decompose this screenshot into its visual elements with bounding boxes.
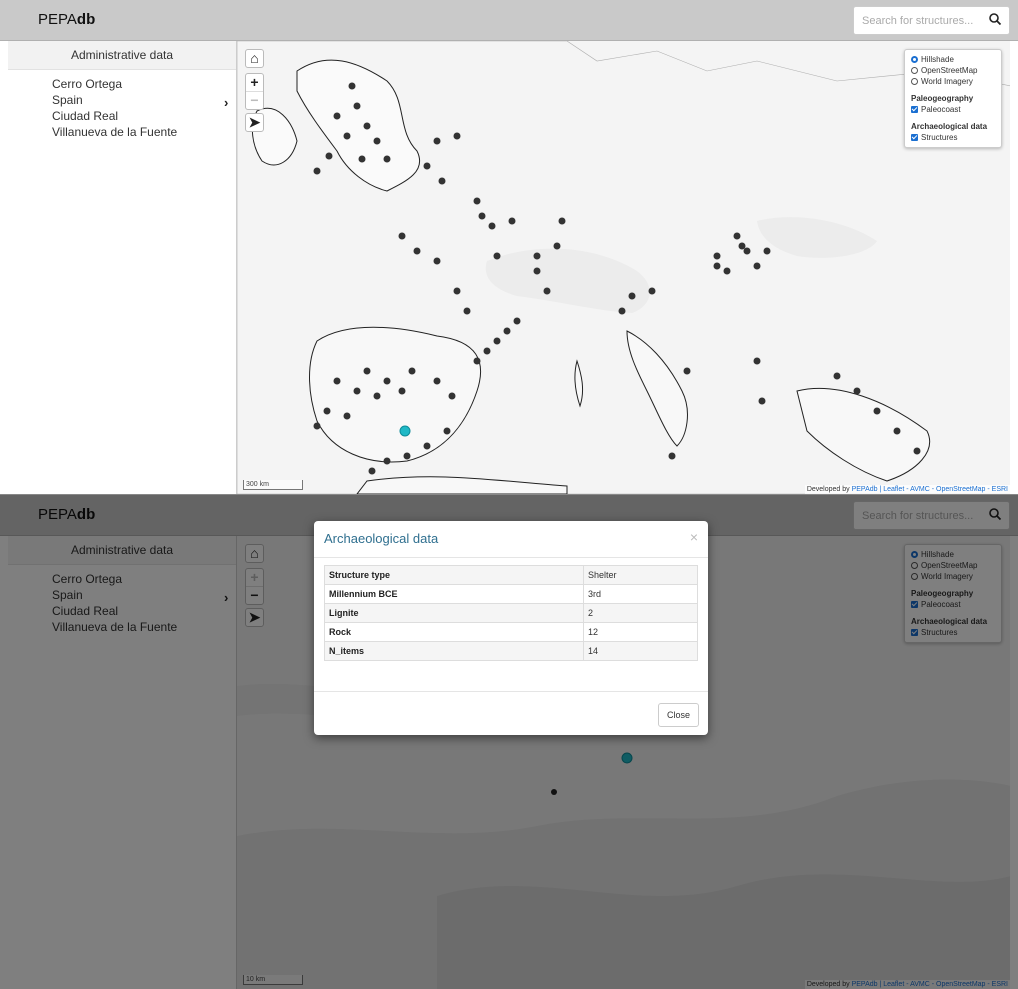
admin-sidebar: Administrative data Cerro Ortega Spain C… — [8, 41, 237, 494]
chevron-right-icon[interactable]: › — [224, 95, 228, 110]
locate-control: ➤ — [245, 113, 264, 132]
admin-province: Ciudad Real — [52, 109, 119, 123]
admin-country: Spain — [52, 93, 83, 107]
zoom-in-button[interactable]: + — [246, 74, 263, 91]
navbar: PEPAdb — [0, 0, 1018, 41]
checkbox-icon — [911, 106, 918, 113]
zoom-control: + − — [245, 73, 264, 110]
table-row: Lignite 2 — [324, 603, 698, 623]
search-icon[interactable] — [988, 12, 1002, 26]
close-icon[interactable]: × — [690, 529, 698, 545]
map-background — [237, 41, 1010, 494]
table-row: Structure type Shelter — [324, 565, 698, 585]
home-control: ⌂ — [245, 49, 264, 68]
archaeological-data-modal: Archaeological data × Structure type Shel… — [314, 521, 708, 735]
zoom-out-button[interactable]: − — [246, 92, 263, 109]
close-button[interactable]: Close — [657, 703, 699, 727]
home-icon[interactable]: ⌂ — [246, 50, 263, 67]
brand-logo[interactable]: PEPAdb — [38, 11, 95, 28]
checkbox-icon — [911, 134, 918, 141]
archaeological-header: Archaeological data — [911, 122, 988, 131]
radio-icon — [911, 56, 918, 63]
attributes-table: Structure type Shelter Millennium BCE 3rd … — [324, 565, 698, 661]
map-scale: 300 km — [243, 480, 303, 490]
table-row: Millennium BCE 3rd — [324, 584, 698, 604]
admin-list: Cerro Ortega Spain Ciudad Real Villanuev… — [52, 76, 236, 140]
map-view[interactable]: ⌂ + − ➤ Hillshade OpenStreetMap World Im… — [236, 41, 1010, 494]
layer-paleocoast[interactable]: Paleocoast — [911, 104, 997, 115]
modal-header: Archaeological data × — [314, 521, 708, 558]
radio-icon — [911, 67, 918, 74]
layer-control: Hillshade OpenStreetMap World Imagery Pa… — [904, 49, 1002, 148]
layer-structures[interactable]: Structures — [911, 132, 997, 143]
table-row: N_items 14 — [324, 641, 698, 661]
modal-title: Archaeological data — [324, 531, 439, 546]
screenshot-map-overview: PEPAdb Administrative data Cerro Ortega … — [0, 0, 1018, 494]
layer-openstreetmap[interactable]: OpenStreetMap — [911, 65, 997, 76]
screenshot-site-detail: PEPAdb Administrative data Cerro Ortega … — [0, 495, 1018, 989]
admin-header: Administrative data — [8, 41, 236, 70]
admin-municipality: Villanueva de la Fuente — [52, 125, 178, 139]
locate-arrow-icon[interactable]: ➤ — [246, 114, 263, 131]
map-attribution: Developed by PEPAdb | Leaflet - AVMC - O… — [804, 485, 1010, 494]
search-box — [853, 6, 1010, 35]
layer-world-imagery[interactable]: World Imagery — [911, 76, 997, 87]
radio-icon — [911, 78, 918, 85]
search-input[interactable] — [860, 7, 984, 34]
table-row: Rock 12 — [324, 622, 698, 642]
modal-footer: Close — [314, 691, 708, 736]
paleogeography-header: Paleogeography — [911, 94, 974, 103]
admin-site: Cerro Ortega — [52, 77, 123, 91]
layer-hillshade[interactable]: Hillshade — [911, 54, 997, 65]
